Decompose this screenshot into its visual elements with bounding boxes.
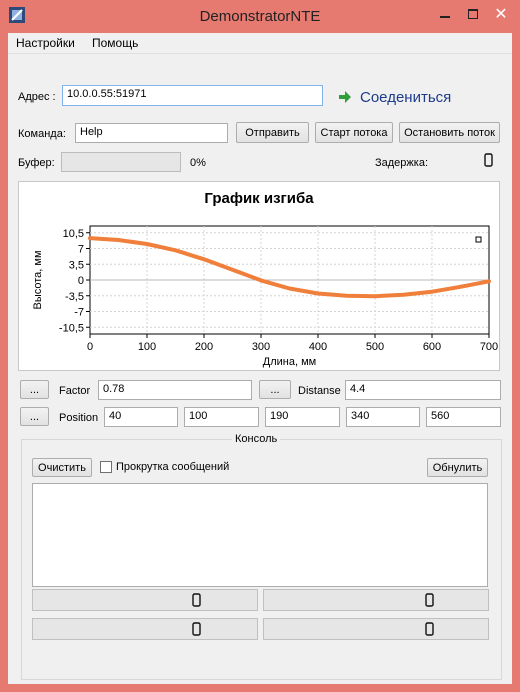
console-output[interactable]	[32, 483, 488, 587]
menu-bar: Настройки Помощь	[8, 33, 512, 54]
position-button[interactable]: ...	[20, 407, 49, 426]
minimize-button[interactable]	[431, 4, 459, 24]
x-tick-label: 400	[309, 341, 327, 353]
minimize-icon	[440, 16, 450, 18]
counter-lcd-2	[425, 593, 434, 607]
address-input[interactable]: 10.0.0.55:51971	[62, 85, 323, 106]
x-tick-label: 100	[138, 341, 156, 353]
connect-button[interactable]: Соедениться	[338, 87, 451, 107]
x-tick-label: 500	[366, 341, 384, 353]
y-tick-label: -3,5	[65, 291, 84, 303]
scroll-label: Прокрутка сообщений	[116, 461, 230, 473]
y-tick-label: 3,5	[69, 259, 84, 271]
command-input[interactable]: Help	[75, 123, 228, 143]
console-title: Консоль	[232, 433, 281, 445]
bend-chart: График изгиба 0 100 200 300 400 500 600 700 10,5 7…	[32, 190, 498, 368]
position-input-5[interactable]: 560	[426, 407, 501, 427]
maximize-button[interactable]	[459, 4, 487, 24]
y-tick-label: 7	[78, 244, 84, 256]
x-tick-label: 200	[195, 341, 213, 353]
y-tick-label: -7	[74, 307, 84, 319]
start-stream-button[interactable]: Старт потока	[315, 122, 393, 143]
x-tick-label: 0	[87, 341, 93, 353]
app-window: DemonstratorNTE ✕ Настройки Помощь Адрес…	[0, 0, 520, 692]
stop-stream-button[interactable]: Остановить поток	[399, 122, 500, 143]
buffer-percent: 0%	[190, 157, 206, 169]
maximize-icon	[468, 9, 478, 19]
arrow-right-icon	[339, 91, 351, 103]
y-tick-label: -10,5	[59, 322, 84, 334]
position-input-1[interactable]: 40	[104, 407, 178, 427]
delay-lcd-display	[484, 153, 493, 167]
y-axis-label: Высота, мм	[32, 250, 44, 309]
position-input-3[interactable]: 190	[265, 407, 340, 427]
close-button[interactable]: ✕	[486, 4, 516, 24]
x-tick-label: 300	[252, 341, 270, 353]
legend-marker	[475, 236, 482, 243]
position-label: Position	[59, 412, 99, 424]
reset-button[interactable]: Обнулить	[427, 458, 488, 477]
counter-panel-1	[32, 589, 258, 611]
client-area: Настройки Помощь Адрес : 10.0.0.55:51971…	[8, 33, 512, 684]
send-button[interactable]: Отправить	[236, 122, 309, 143]
distanse-label: Distanse	[298, 385, 341, 397]
counter-lcd-3	[192, 622, 201, 636]
y-tick-label: 10,5	[63, 228, 84, 240]
menu-settings[interactable]: Настройки	[16, 36, 75, 50]
y-tick-label: 0	[78, 275, 84, 287]
factor-label: Factor	[59, 385, 91, 397]
factor-input[interactable]: 0.78	[98, 380, 252, 400]
command-label: Команда:	[18, 128, 66, 140]
counter-lcd-1	[192, 593, 201, 607]
title-bar[interactable]: DemonstratorNTE ✕	[0, 0, 520, 33]
delay-label: Задержка:	[375, 157, 429, 169]
scroll-checkbox[interactable]	[100, 461, 112, 473]
counter-panel-3	[32, 618, 258, 640]
counter-panel-2	[263, 589, 489, 611]
menu-help[interactable]: Помощь	[92, 36, 138, 50]
counter-panel-4	[263, 618, 489, 640]
clear-button[interactable]: Очистить	[32, 458, 92, 477]
distanse-input[interactable]: 4.4	[345, 380, 501, 400]
close-icon: ✕	[494, 6, 508, 23]
chart-title: График изгиба	[204, 190, 314, 207]
distanse-button[interactable]: ...	[259, 380, 291, 399]
buffer-progress-bar	[61, 152, 181, 172]
connect-label: Соедениться	[360, 88, 452, 106]
x-tick-label: 700	[480, 341, 498, 353]
position-input-4[interactable]: 340	[346, 407, 420, 427]
chart-panel: График изгиба 0 100 200 300 400 500 600 700 10,5 7…	[18, 181, 500, 371]
x-tick-label: 600	[423, 341, 441, 353]
factor-button[interactable]: ...	[20, 380, 49, 399]
buffer-label: Буфер:	[18, 157, 55, 169]
x-axis-label: Длина, мм	[263, 356, 316, 368]
position-input-2[interactable]: 100	[184, 407, 259, 427]
counter-lcd-4	[425, 622, 434, 636]
address-label: Адрес :	[18, 91, 56, 103]
